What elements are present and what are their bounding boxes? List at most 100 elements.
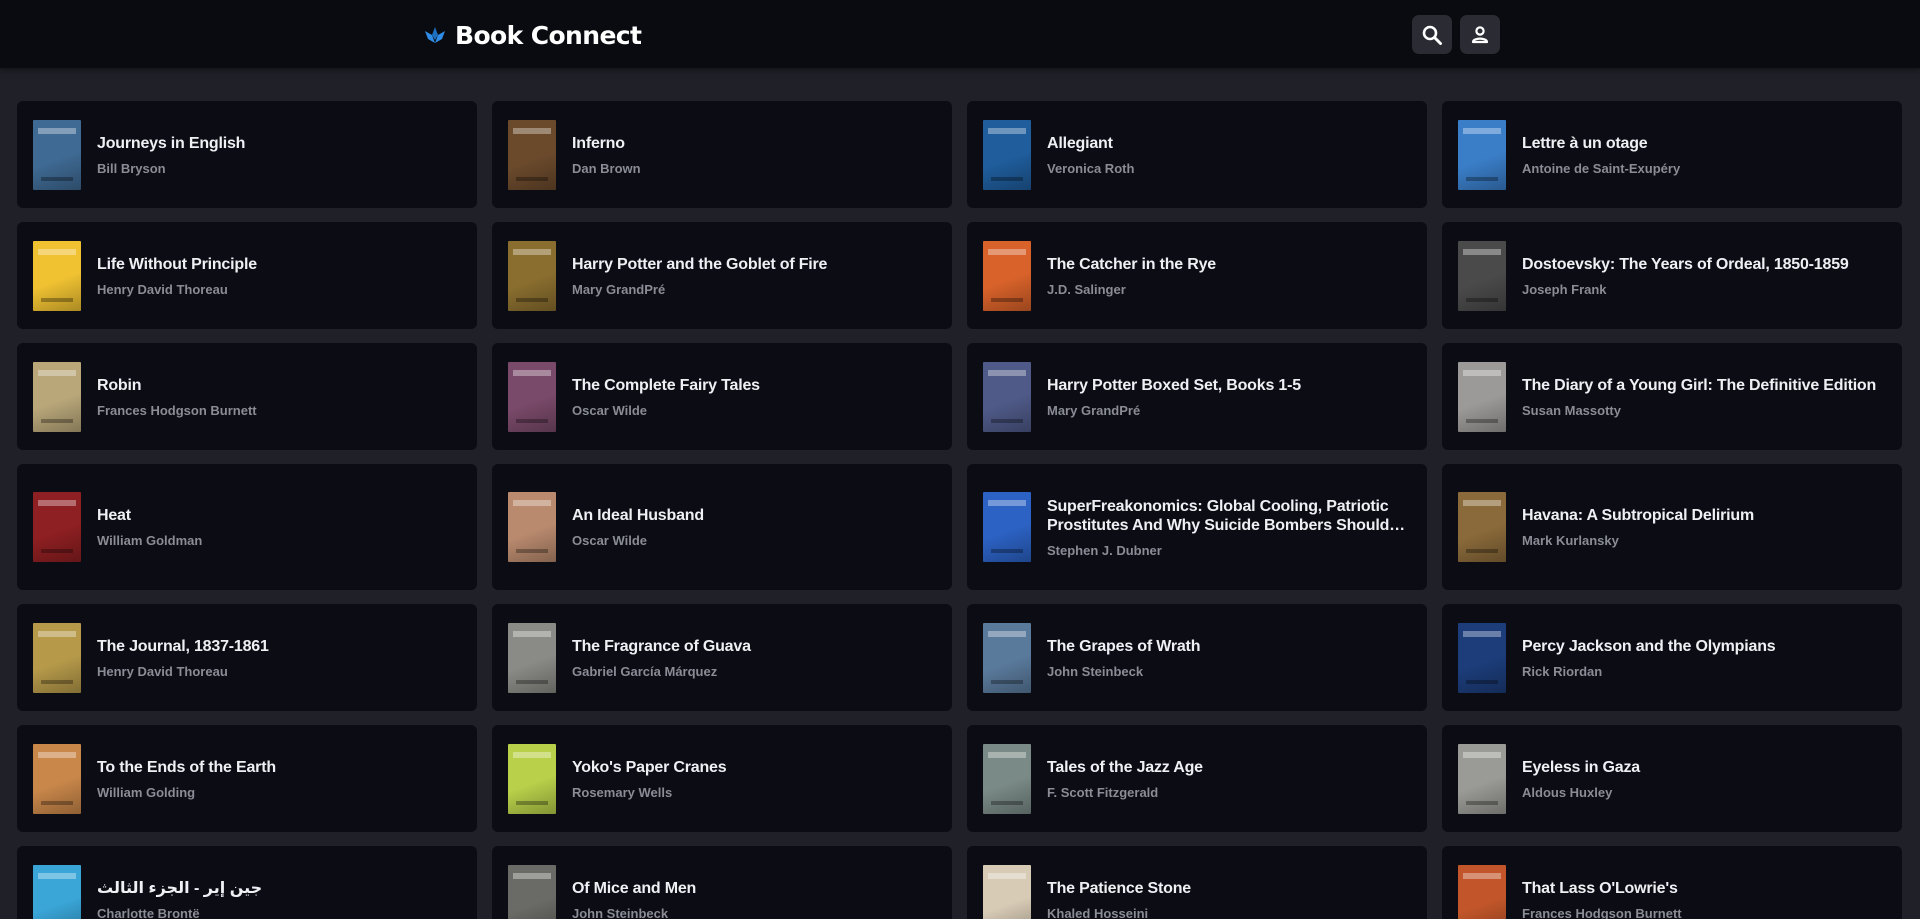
book-author: F. Scott Fitzgerald — [1047, 784, 1159, 800]
search-button[interactable] — [1412, 15, 1452, 54]
book-card[interactable]: Havana: A Subtropical Delirium Mark Kurla… — [1442, 464, 1902, 590]
book-card[interactable]: Dostoevsky: The Years of Ordeal, 1850-18… — [1442, 222, 1902, 329]
book-cover-image — [983, 492, 1031, 562]
book-title: The Fragrance of Guava — [572, 637, 751, 655]
book-title: Robin — [97, 376, 142, 394]
book-title: The Diary of a Young Girl: The Definitiv… — [1522, 376, 1877, 394]
book-title: Yoko's Paper Cranes — [572, 758, 727, 776]
book-card[interactable]: To the Ends of the Earth William Golding — [17, 725, 477, 832]
book-cover-image — [508, 240, 556, 311]
top-header: Book Connect — [0, 0, 1920, 68]
book-author: Bill Bryson — [97, 160, 166, 176]
book-title: Eyeless in Gaza — [1522, 758, 1640, 776]
book-author: Susan Massotty — [1522, 402, 1621, 418]
book-card[interactable]: Harry Potter Boxed Set, Books 1-5 Mary Gr… — [967, 343, 1427, 450]
book-author: William Goldman — [97, 533, 203, 548]
book-info: Harry Potter and the Goblet of Fire Mary … — [572, 255, 934, 297]
book-author: Joseph Frank — [1522, 281, 1607, 297]
book-title: An Ideal Husband — [572, 507, 704, 524]
brand-name: Book Connect — [455, 20, 642, 50]
book-author: Antoine de Saint-Exupéry — [1522, 160, 1681, 176]
book-author: Mary GrandPré — [572, 281, 666, 297]
book-author: Khaled Hosseini — [1047, 905, 1149, 919]
book-cover-image — [1458, 864, 1506, 919]
book-cover-image — [983, 240, 1031, 311]
book-info: The Patience Stone Khaled Hosseini — [1047, 879, 1409, 919]
book-card[interactable]: Harry Potter and the Goblet of Fire Mary … — [492, 222, 952, 329]
book-title: Havana: A Subtropical Delirium — [1522, 507, 1754, 524]
book-card[interactable]: Percy Jackson and the Olympians Rick Rior… — [1442, 604, 1902, 711]
book-info: Tales of the Jazz Age F. Scott Fitzgerald — [1047, 758, 1409, 800]
book-card[interactable]: The Journal, 1837-1861 Henry David Thorea… — [17, 604, 477, 711]
book-title: جين إير - الجزء الثالث — [97, 879, 263, 897]
book-author: John Steinbeck — [572, 905, 669, 919]
book-title: Tales of the Jazz Age — [1047, 758, 1203, 776]
book-card[interactable]: Life Without Principle Henry David Thorea… — [17, 222, 477, 329]
book-card[interactable]: Heat William Goldman — [17, 464, 477, 590]
book-author: Frances Hodgson Burnett — [1522, 905, 1682, 919]
book-title: The Journal, 1837-1861 — [97, 637, 269, 655]
book-title: That Lass O'Lowrie's — [1522, 879, 1678, 897]
book-card[interactable]: The Grapes of Wrath John Steinbeck — [967, 604, 1427, 711]
book-card[interactable]: SuperFreakonomics: Global Cooling, Patri… — [967, 464, 1427, 590]
book-card[interactable]: Of Mice and Men John Steinbeck — [492, 846, 952, 919]
book-card[interactable]: Yoko's Paper Cranes Rosemary Wells — [492, 725, 952, 832]
book-card[interactable]: Inferno Dan Brown — [492, 101, 952, 208]
page-scrollbar[interactable] — [1912, 68, 1920, 919]
book-card[interactable]: Tales of the Jazz Age F. Scott Fitzgerald — [967, 725, 1427, 832]
book-cover-image — [508, 743, 556, 814]
book-card[interactable]: The Patience Stone Khaled Hosseini — [967, 846, 1427, 919]
book-cover-image — [508, 622, 556, 693]
book-cover-image — [1458, 361, 1506, 432]
book-author: Henry David Thoreau — [97, 663, 228, 679]
book-info: The Complete Fairy Tales Oscar Wilde — [572, 376, 934, 418]
book-cover-image — [33, 119, 81, 190]
book-card[interactable]: The Fragrance of Guava Gabriel García Már… — [492, 604, 952, 711]
book-card[interactable]: The Complete Fairy Tales Oscar Wilde — [492, 343, 952, 450]
brand-logo[interactable]: Book Connect — [423, 20, 642, 50]
book-card[interactable]: Robin Frances Hodgson Burnett — [17, 343, 477, 450]
book-cover-image — [1458, 119, 1506, 190]
book-cover-image — [983, 119, 1031, 190]
book-card[interactable]: The Catcher in the Rye J.D. Salinger — [967, 222, 1427, 329]
book-author: William Golding — [97, 784, 196, 800]
book-title: Journeys in English — [97, 134, 246, 152]
book-cover-image — [33, 361, 81, 432]
book-cover-image — [1458, 240, 1506, 311]
book-author: Oscar Wilde — [572, 402, 648, 418]
book-author: Mark Kurlansky — [1522, 533, 1619, 548]
book-card[interactable]: The Diary of a Young Girl: The Definitiv… — [1442, 343, 1902, 450]
book-card[interactable]: Lettre à un otage Antoine de Saint-Exupér… — [1442, 101, 1902, 208]
book-card[interactable]: Journeys in English Bill Bryson — [17, 101, 477, 208]
book-card[interactable]: Eyeless in Gaza Aldous Huxley — [1442, 725, 1902, 832]
book-title: Life Without Principle — [97, 255, 257, 273]
book-info: Of Mice and Men John Steinbeck — [572, 879, 934, 919]
book-card[interactable]: That Lass O'Lowrie's Frances Hodgson Burn… — [1442, 846, 1902, 919]
book-info: To the Ends of the Earth William Golding — [97, 758, 459, 800]
book-title: The Patience Stone — [1047, 879, 1191, 897]
book-title: Dostoevsky: The Years of Ordeal, 1850-18… — [1522, 255, 1849, 273]
book-cover-image — [33, 492, 81, 562]
book-info: Harry Potter Boxed Set, Books 1-5 Mary Gr… — [1047, 376, 1409, 418]
book-title: Percy Jackson and the Olympians — [1522, 637, 1776, 655]
book-author: Veronica Roth — [1047, 160, 1135, 176]
book-card[interactable]: An Ideal Husband Oscar Wilde — [492, 464, 952, 590]
book-card[interactable]: Allegiant Veronica Roth — [967, 101, 1427, 208]
book-author: Stephen J. Dubner — [1047, 542, 1162, 558]
book-author: Dan Brown — [572, 160, 641, 176]
book-cover-image — [508, 361, 556, 432]
book-cover-image — [1458, 743, 1506, 814]
book-connect-logo-icon — [423, 25, 447, 45]
book-author: Mary GrandPré — [1047, 402, 1141, 418]
book-info: Eyeless in Gaza Aldous Huxley — [1522, 758, 1884, 800]
book-cover-image — [33, 622, 81, 693]
account-button[interactable] — [1460, 15, 1500, 54]
book-title: To the Ends of the Earth — [97, 758, 276, 776]
book-title: Harry Potter and the Goblet of Fire — [572, 255, 828, 273]
book-info: Inferno Dan Brown — [572, 134, 934, 176]
book-info: Heat William Goldman — [97, 506, 459, 548]
book-info: An Ideal Husband Oscar Wilde — [572, 506, 934, 548]
book-title: Lettre à un otage — [1522, 134, 1648, 152]
book-card[interactable]: جين إير - الجزء الثالث Charlotte Brontë — [17, 846, 477, 919]
book-info: SuperFreakonomics: Global Cooling, Patri… — [1047, 497, 1409, 558]
